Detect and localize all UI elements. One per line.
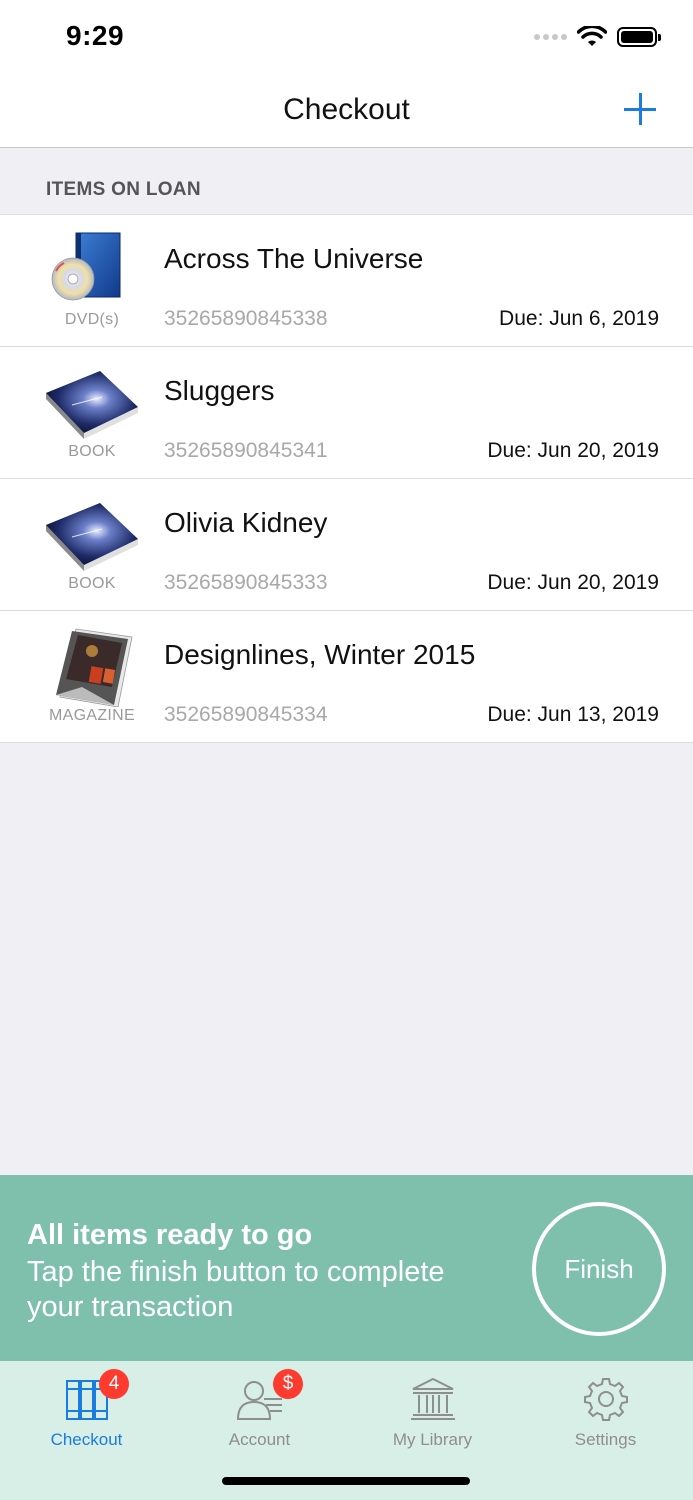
banner-text: Tap the finish button to complete your t… [27, 1256, 445, 1323]
item-title: Designlines, Winter 2015 [164, 639, 476, 670]
magazine-icon [56, 628, 133, 707]
tab-settings[interactable]: Settings [519, 1369, 692, 1459]
book-icon [46, 371, 138, 439]
account-badge: $ [273, 1369, 303, 1399]
item-title: Olivia Kidney [164, 507, 328, 538]
tab-label: Settings [574, 1430, 637, 1449]
item-title: Across The Universe [164, 243, 424, 274]
list-item[interactable]: MAGAZINE Designlines, Winter 2015 352658… [0, 611, 693, 743]
checkout-badge: 4 [99, 1369, 129, 1399]
list-item[interactable]: BOOK Sluggers 35265890845341 Due: Jun 20… [0, 347, 693, 479]
ready-banner: All items ready to go Tap the finish but… [0, 1175, 693, 1361]
tab-label: My Library [392, 1430, 473, 1449]
item-type: DVD(s) [64, 311, 120, 328]
tab-label: Account [228, 1430, 291, 1449]
dvd-icon [51, 232, 121, 301]
item-type: BOOK [68, 443, 116, 460]
home-indicator [222, 1477, 470, 1485]
status-icons [534, 26, 661, 48]
status-time: 9:29 [66, 20, 125, 51]
gear-icon [583, 1378, 628, 1421]
item-barcode: 35265890845338 [164, 307, 328, 330]
item-type: MAGAZINE [49, 707, 135, 724]
tab-label: Checkout [50, 1430, 123, 1449]
tab-checkout[interactable]: 4 Checkout [0, 1369, 173, 1459]
add-icon[interactable] [621, 89, 661, 129]
list-item[interactable]: DVD(s) Across The Universe 3526589084533… [0, 215, 693, 347]
battery-icon [617, 27, 661, 47]
section-header: ITEMS ON LOAN [46, 179, 201, 200]
finish-button[interactable]: Finish [532, 1202, 666, 1336]
library-icon [410, 1377, 455, 1420]
item-due-date: Due: Jun 20, 2019 [487, 571, 659, 594]
wifi-icon [577, 26, 607, 46]
status-bar: 9:29 [0, 0, 693, 75]
item-due-date: Due: Jun 20, 2019 [487, 439, 659, 462]
book-icon [46, 503, 138, 571]
tab-my-library[interactable]: My Library [346, 1369, 519, 1459]
items-list: DVD(s) Across The Universe 3526589084533… [0, 214, 693, 743]
item-due-date: Due: Jun 6, 2019 [499, 307, 659, 330]
nav-bar: Checkout [0, 75, 693, 148]
banner-heading: All items ready to go [27, 1219, 313, 1251]
signal-icon [534, 34, 567, 40]
page-title: Checkout [283, 93, 410, 126]
item-barcode: 35265890845334 [164, 703, 328, 726]
item-title: Sluggers [164, 375, 275, 406]
item-barcode: 35265890845333 [164, 571, 328, 594]
list-item[interactable]: BOOK Olivia Kidney 35265890845333 Due: J… [0, 479, 693, 611]
item-due-date: Due: Jun 13, 2019 [487, 703, 659, 726]
item-barcode: 35265890845341 [164, 439, 328, 462]
item-type: BOOK [68, 575, 116, 592]
tab-account[interactable]: $ Account [173, 1369, 346, 1459]
